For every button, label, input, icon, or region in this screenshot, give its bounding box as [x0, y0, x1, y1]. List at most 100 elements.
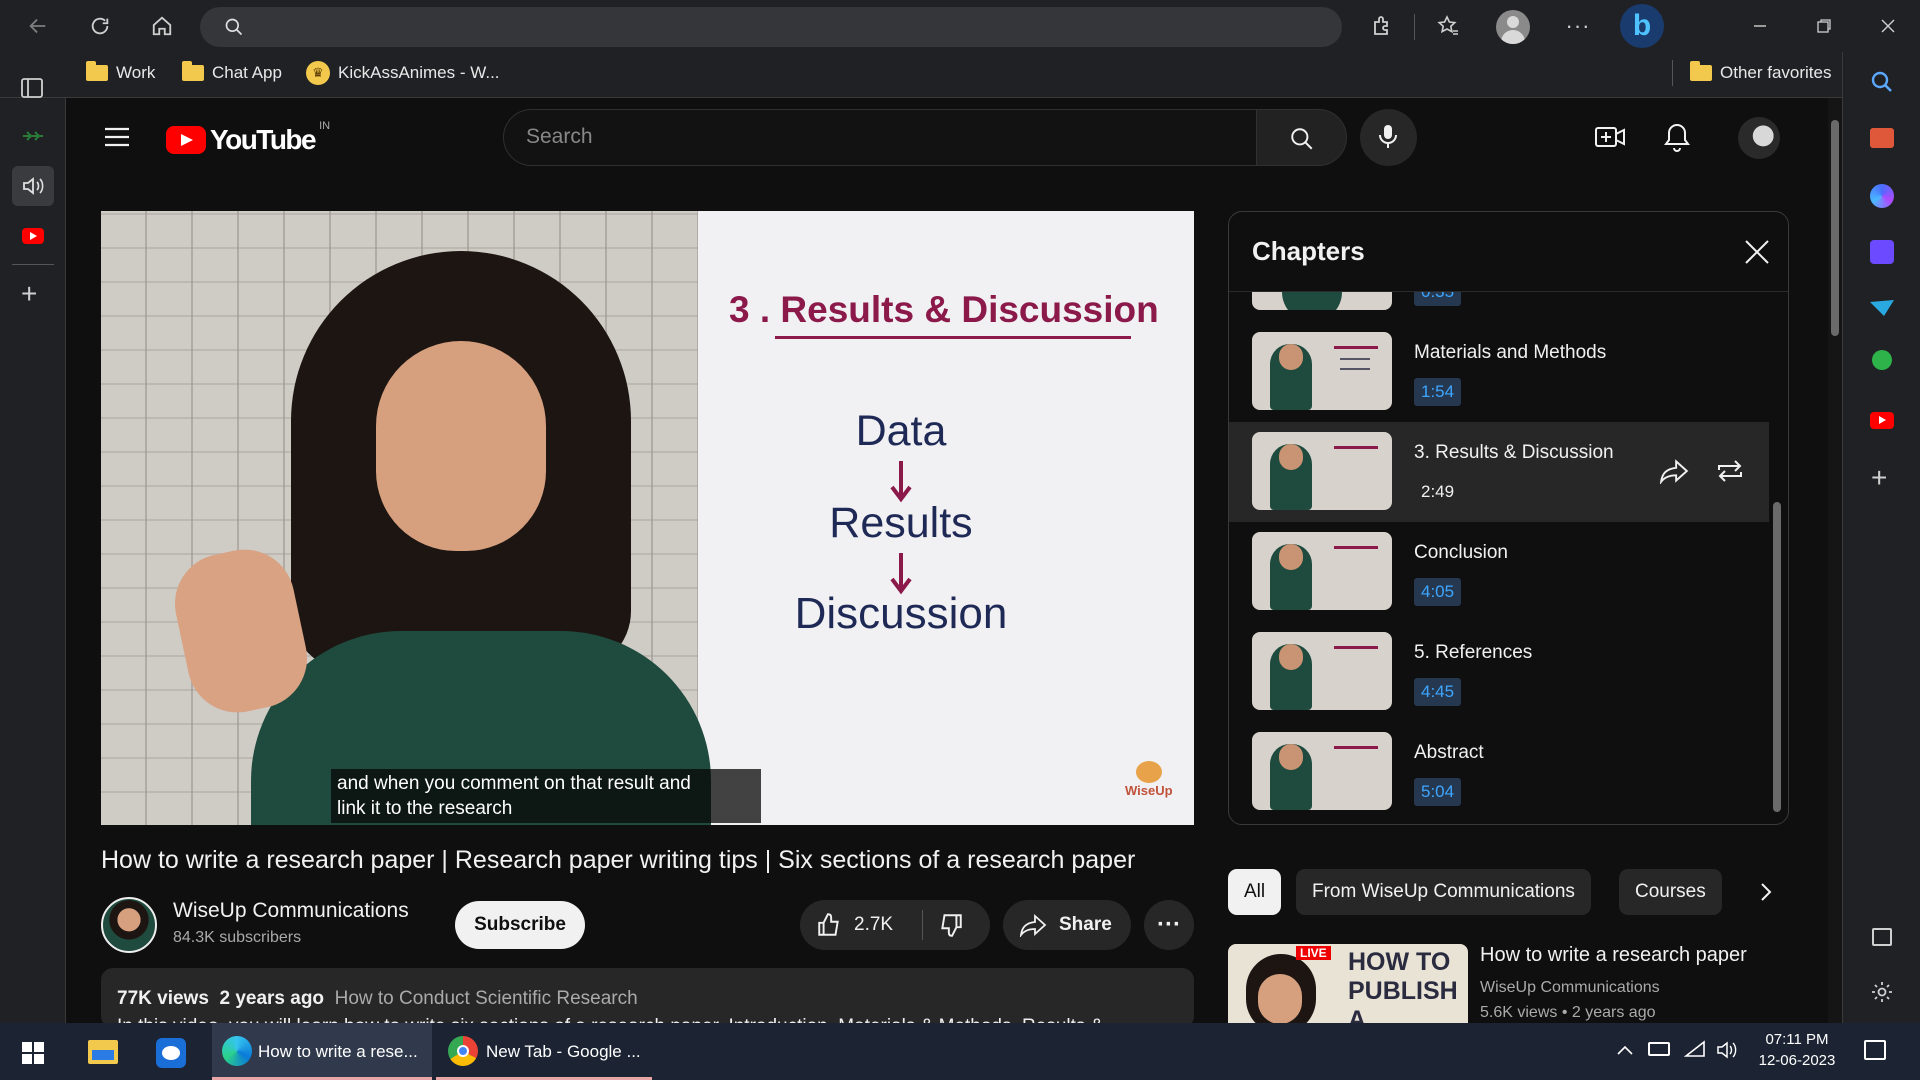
channel-avatar[interactable] [101, 897, 157, 953]
presenter-face [376, 341, 546, 551]
tab-actions-icon[interactable] [20, 77, 46, 99]
more-options-button[interactable]: ··· [1558, 6, 1598, 46]
chapter-time: 1:54 [1414, 378, 1462, 406]
split-screen-icon[interactable] [1872, 928, 1892, 946]
voice-search-button[interactable] [1360, 109, 1417, 166]
crown-icon: ♛ [306, 61, 330, 85]
chapter-thumbnail [1252, 292, 1392, 310]
battery-icon[interactable] [1648, 1042, 1670, 1056]
games-icon[interactable] [1872, 350, 1892, 370]
chapter-item[interactable]: 5. References 4:45 [1229, 622, 1769, 722]
file-explorer-icon[interactable] [88, 1040, 118, 1064]
chip-all[interactable]: All [1228, 869, 1282, 915]
outlook-icon[interactable] [156, 1038, 186, 1068]
browser-toolbar: ··· b [0, 0, 1920, 52]
minimize-button[interactable] [1740, 6, 1780, 46]
create-button[interactable] [1594, 124, 1626, 150]
chapter-item-partial[interactable]: 0:35 [1229, 292, 1769, 322]
search-button[interactable] [1257, 109, 1347, 166]
sidebar-tab-icon[interactable] [20, 126, 46, 146]
wifi-icon[interactable] [1684, 1040, 1706, 1058]
youtube-tab-icon[interactable] [22, 228, 44, 244]
close-chapters-button[interactable] [1744, 239, 1770, 265]
sidebar-tab-audio[interactable] [12, 166, 54, 206]
page-scrollbar[interactable] [1828, 98, 1842, 1023]
extensions-button[interactable] [1362, 6, 1402, 46]
youtube-logo[interactable]: YouTube IN [166, 120, 330, 156]
search-input[interactable]: Search [503, 109, 1257, 166]
close-window-button[interactable] [1868, 6, 1908, 46]
clock-date: 12-06-2023 [1758, 1052, 1836, 1069]
settings-gear-icon[interactable] [1870, 980, 1894, 1004]
video-player[interactable]: 3 . Results & Discussion Data Results Di… [101, 211, 1194, 825]
more-actions-button[interactable]: ··· [1144, 900, 1194, 950]
sidebar-search-icon[interactable] [1870, 70, 1894, 94]
taskbar-clock[interactable]: 07:11 PM 12-06-2023 [1752, 1029, 1842, 1071]
notifications-button[interactable] [1664, 122, 1690, 152]
favorite-label: Work [116, 63, 156, 82]
notification-center-icon[interactable] [1864, 1040, 1886, 1060]
taskbar-item-edge[interactable]: How to write a rese... [212, 1023, 432, 1080]
dislike-button[interactable] [938, 912, 964, 938]
refresh-button[interactable] [80, 6, 120, 46]
favorites-button[interactable] [1428, 6, 1468, 46]
like-button[interactable]: 2.7K [800, 900, 922, 950]
chapters-scrollbar[interactable] [1773, 502, 1781, 812]
profile-avatar[interactable] [1496, 10, 1530, 44]
caption-line: link it to the research [337, 798, 513, 819]
share-button[interactable]: Share [1003, 900, 1131, 950]
chapter-thumbnail [1252, 532, 1392, 610]
hamburger-icon [105, 127, 129, 147]
account-avatar[interactable] [1738, 117, 1780, 159]
chips-next-button[interactable] [1742, 869, 1790, 915]
menu-button[interactable] [104, 126, 130, 148]
favorite-work[interactable]: Work [86, 59, 155, 87]
caption-line: and when you comment on that result and [337, 773, 691, 794]
add-sidebar-app-icon[interactable]: + [1871, 464, 1887, 492]
tools-briefcase-icon[interactable] [1870, 128, 1894, 148]
volume-icon[interactable] [1716, 1040, 1738, 1060]
chapter-thumbnail [1252, 732, 1392, 810]
recommendation-channel[interactable]: WiseUp Communications [1480, 979, 1660, 997]
star-list-icon [1437, 15, 1458, 35]
favorite-label: Other favorites [1720, 63, 1832, 82]
address-bar[interactable] [200, 7, 1342, 47]
taskbar-item-chrome[interactable]: New Tab - Google ... [436, 1023, 652, 1080]
favorite-chat-app[interactable]: Chat App [182, 59, 282, 87]
send-icon[interactable] [1868, 298, 1896, 318]
restore-button[interactable] [1804, 6, 1844, 46]
chapter-title: Materials and Methods [1414, 342, 1607, 363]
share-arrow-icon [1659, 459, 1689, 484]
chapter-item[interactable]: Conclusion 4:05 [1229, 522, 1769, 622]
subscribe-button[interactable]: Subscribe [455, 901, 585, 949]
description-box[interactable]: 77K views 2 years ago How to Conduct Sci… [101, 968, 1194, 1028]
microphone-icon [1379, 125, 1397, 148]
chapter-title: 3. Results & Discussion [1414, 442, 1614, 463]
back-button[interactable] [18, 6, 58, 46]
refresh-icon [91, 17, 109, 35]
folder-icon [1690, 61, 1712, 81]
sidebar-youtube-icon[interactable] [1870, 412, 1894, 429]
other-favorites[interactable]: Other favorites [1690, 59, 1832, 87]
chapter-item-active[interactable]: 3. Results & Discussion 2:49 [1229, 422, 1769, 522]
office-icon[interactable] [1870, 184, 1894, 208]
loop-chapter-button[interactable] [1715, 458, 1745, 484]
share-chapter-button[interactable] [1659, 458, 1689, 484]
designer-icon[interactable] [1870, 240, 1894, 264]
chapter-item[interactable]: Abstract 5:04 [1229, 722, 1769, 822]
recommendation-title[interactable]: How to write a research paper [1480, 944, 1747, 967]
chapter-item[interactable]: Materials and Methods 1:54 [1229, 322, 1769, 422]
channel-name[interactable]: WiseUp Communications [173, 899, 409, 923]
windows-start-icon[interactable] [22, 1042, 44, 1064]
chip-courses[interactable]: Courses [1619, 869, 1722, 915]
clock-time: 07:11 PM [1765, 1031, 1829, 1048]
chip-from-channel[interactable]: From WiseUp Communications [1296, 869, 1591, 915]
favorite-kickassanimes[interactable]: ♛ KickAssAnimes - W... [306, 59, 500, 87]
tray-chevron-up-icon[interactable] [1616, 1044, 1634, 1056]
puzzle-icon [1374, 16, 1388, 35]
bing-button[interactable]: b [1620, 4, 1664, 48]
home-button[interactable] [142, 6, 182, 46]
recommendation-thumbnail[interactable]: LIVE HOW TO PUBLISH A RESEARCH [1228, 944, 1468, 1023]
new-tab-plus-icon[interactable]: + [21, 280, 37, 308]
playlist-link[interactable]: How to Conduct Scientific Research [335, 988, 638, 1009]
